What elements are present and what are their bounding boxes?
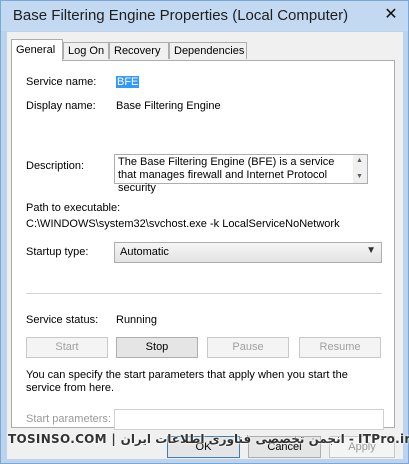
tab-general[interactable]: General [11,39,63,61]
description-scrollbar[interactable]: ▲ ▼ [353,155,367,183]
watermark: TOSINSO.COM | انجمن تخصصی فناوری اطلاعات… [8,432,409,446]
tab-dependencies[interactable]: Dependencies [169,42,247,59]
service-name-label: Service name: [26,76,97,88]
path-label: Path to executable: [26,202,121,214]
description-box[interactable]: The Base Filtering Engine (BFE) is a ser… [114,154,368,194]
startup-type-value: Automatic [120,246,169,258]
tab-log-on[interactable]: Log On [63,42,109,59]
scroll-down-icon[interactable]: ▼ [356,173,363,180]
window-title: Base Filtering Engine Properties (Local … [12,7,349,24]
close-icon[interactable]: ✕ [380,6,402,24]
service-status-value: Running [116,314,157,326]
tab-recovery[interactable]: Recovery [109,42,169,59]
startup-type-select[interactable]: Automatic ▼ [114,242,382,263]
service-name-selected-text[interactable]: BFE [116,76,140,88]
path-value[interactable]: C:\WINDOWS\system32\svchost.exe -k Local… [26,218,340,230]
divider [26,293,382,294]
display-name-label: Display name: [26,100,96,112]
stop-button[interactable]: Stop [116,337,198,358]
description-text: The Base Filtering Engine (BFE) is a ser… [118,156,335,194]
start-params-label: Start parameters: [26,413,111,425]
scroll-up-icon[interactable]: ▲ [356,157,363,164]
start-button[interactable]: Start [26,337,108,358]
dialog-client: General Log On Recovery Dependencies Ser… [7,32,403,459]
general-panel: Service name: BFE Display name: Base Fil… [11,60,395,430]
start-params-input[interactable] [114,409,384,430]
properties-window: Base Filtering Engine Properties (Local … [0,0,409,464]
display-name-value[interactable]: Base Filtering Engine [116,100,221,112]
title-bar[interactable]: Base Filtering Engine Properties (Local … [1,1,408,31]
service-status-label: Service status: [26,314,99,326]
service-name-value[interactable]: BFE [116,76,140,88]
chevron-down-icon[interactable]: ▼ [366,245,376,256]
pause-button[interactable]: Pause [207,337,289,358]
resume-button[interactable]: Resume [299,337,381,358]
startup-type-label: Startup type: [26,246,89,258]
start-params-info: You can specify the start parameters tha… [26,369,348,394]
description-label: Description: [26,160,85,172]
